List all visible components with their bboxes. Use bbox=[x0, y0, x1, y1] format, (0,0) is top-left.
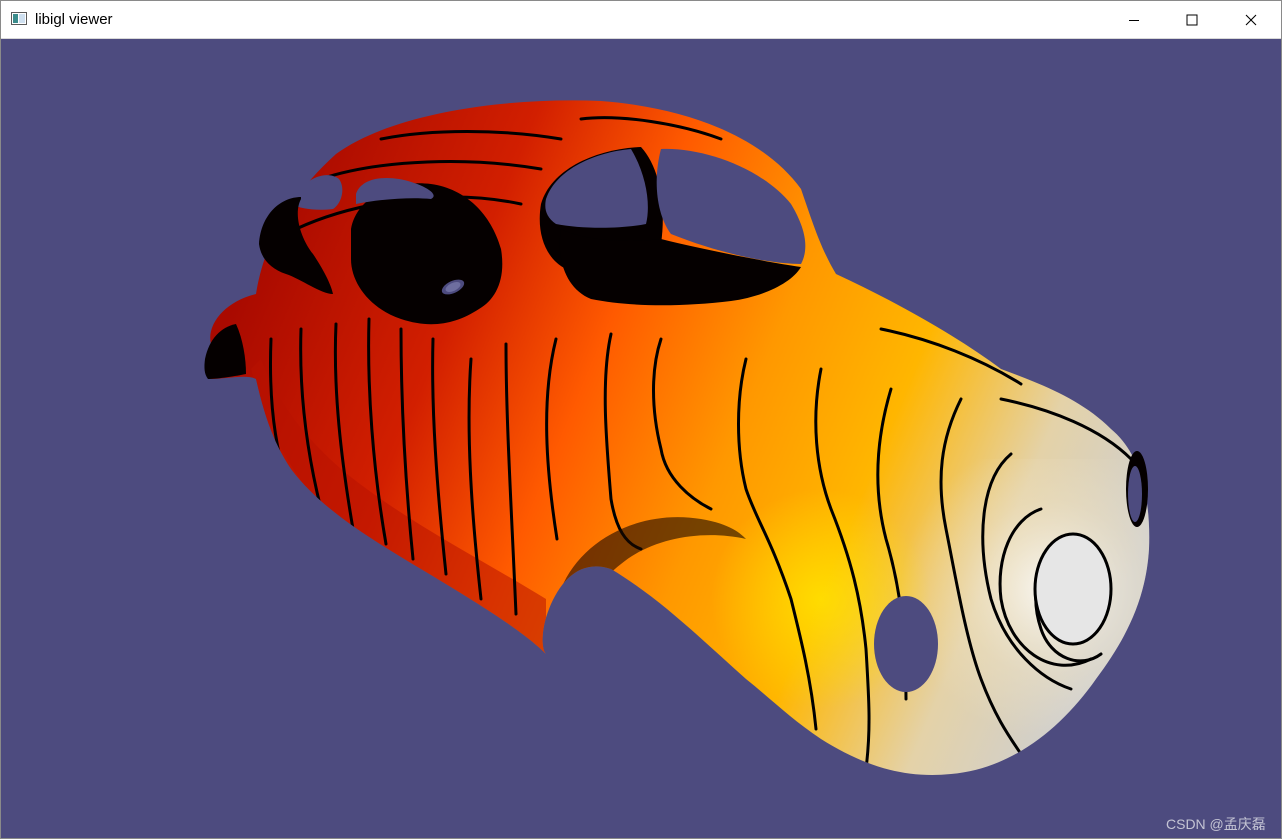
hood-highlight bbox=[1033, 532, 1113, 646]
headlight-hole-left bbox=[874, 596, 938, 692]
title-bar[interactable]: libigl viewer bbox=[1, 1, 1281, 39]
close-icon bbox=[1245, 14, 1257, 25]
3d-viewport[interactable]: CSDN @孟庆磊 bbox=[1, 39, 1281, 838]
headlight-hole-right-inner bbox=[1128, 466, 1142, 522]
close-button[interactable] bbox=[1222, 1, 1280, 38]
app-window: libigl viewer CSDN @孟庆磊 bbox=[0, 0, 1282, 839]
car-body-mesh[interactable] bbox=[1, 39, 1281, 838]
window-title: libigl viewer bbox=[35, 11, 113, 28]
maximize-button[interactable] bbox=[1163, 1, 1221, 38]
app-window-icon bbox=[11, 12, 27, 25]
watermark: CSDN @孟庆磊 bbox=[1166, 816, 1266, 832]
minimize-button[interactable] bbox=[1105, 1, 1163, 38]
minimize-icon bbox=[1129, 19, 1139, 21]
maximize-icon bbox=[1186, 14, 1198, 25]
